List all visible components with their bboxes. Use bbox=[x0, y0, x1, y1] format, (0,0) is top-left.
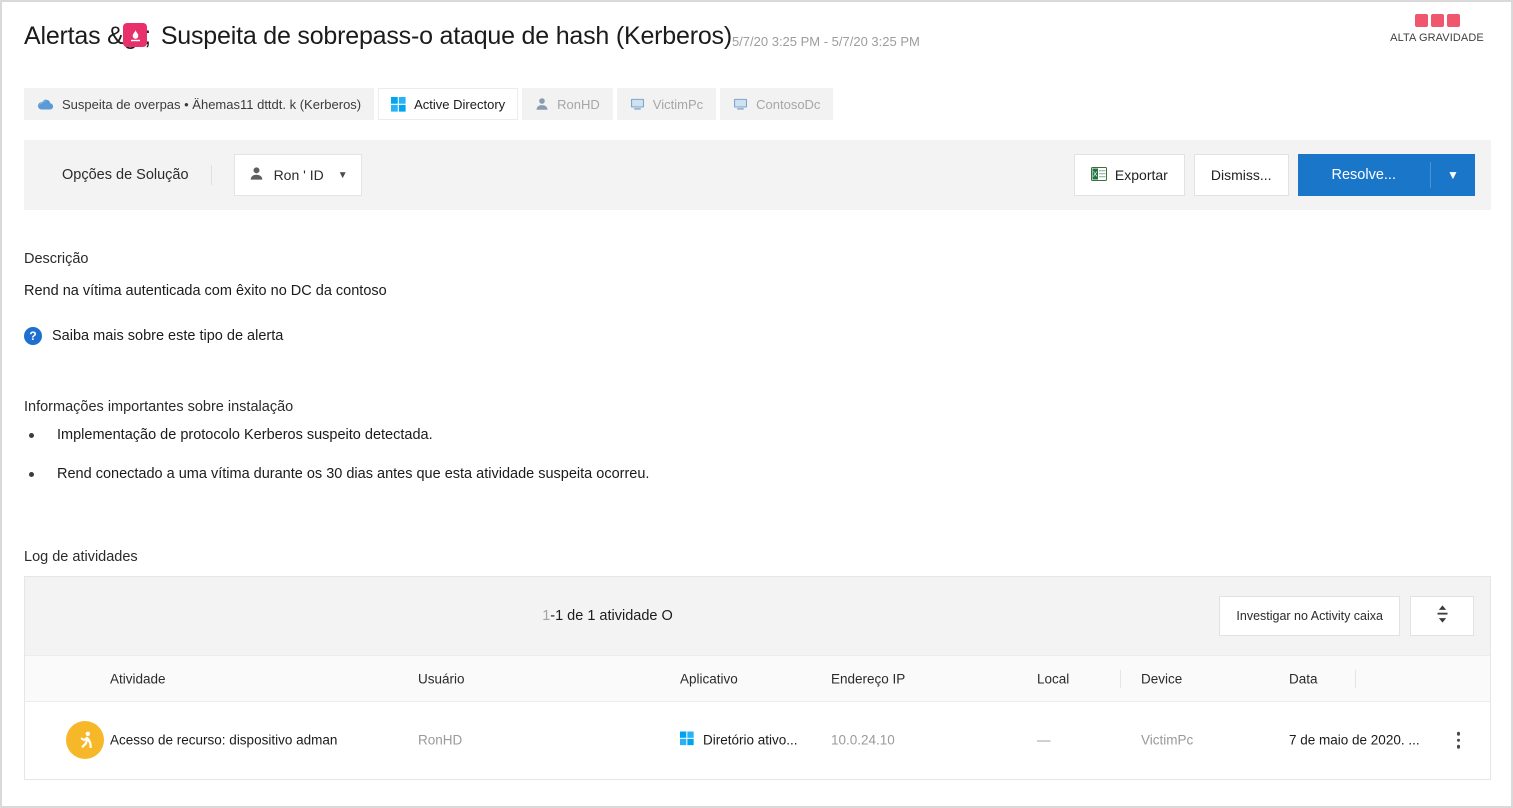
resolve-button-group: Resolve... ▼ bbox=[1297, 154, 1475, 196]
investigate-button[interactable]: Investigar no Activity caixa bbox=[1219, 596, 1400, 636]
column-header-data[interactable]: Data bbox=[1289, 671, 1318, 686]
list-item: Rend conectado a uma vítima durante os 3… bbox=[24, 465, 649, 483]
kebab-dot bbox=[1456, 738, 1460, 742]
tab-ronhd[interactable]: RonHD bbox=[522, 88, 613, 120]
column-divider bbox=[1120, 670, 1121, 688]
sort-updown-icon bbox=[1435, 604, 1450, 629]
page-title: Alertas &gt; Suspeita de sobrepass-o ata… bbox=[24, 22, 920, 51]
windows-icon bbox=[680, 731, 694, 749]
column-header-local[interactable]: Local bbox=[1037, 671, 1069, 686]
column-header-aplicativo[interactable]: Aplicativo bbox=[680, 671, 738, 686]
severity-indicator: ALTA GRAVIDADE bbox=[1377, 14, 1497, 44]
cell-atividade: Acesso de recurso: dispositivo adman bbox=[110, 732, 338, 748]
export-label: Exportar bbox=[1114, 167, 1168, 183]
dismiss-button[interactable]: Dismiss... bbox=[1193, 154, 1289, 196]
toolbar-divider bbox=[210, 165, 212, 185]
resolve-button[interactable]: Resolve... bbox=[1298, 154, 1430, 196]
resolve-label: Resolve... bbox=[1331, 167, 1396, 183]
activity-log-toolbar: 1-1 de 1 atividade O Investigar no Activ… bbox=[25, 577, 1490, 655]
column-header-usuario[interactable]: Usuário bbox=[418, 671, 465, 686]
activity-log-actions: Investigar no Activity caixa bbox=[1219, 596, 1474, 636]
tab-victimpc[interactable]: VictimPc bbox=[616, 88, 717, 120]
important-info-label: Informações importantes sobre instalação bbox=[24, 399, 294, 415]
cell-usuario: RonHD bbox=[418, 732, 463, 748]
resolution-options-label: Opções de Solução bbox=[62, 167, 189, 183]
investigate-label: Investigar no Activity caixa bbox=[1236, 609, 1383, 623]
learn-more-link[interactable]: ? Saiba mais sobre este tipo de alerta bbox=[24, 327, 283, 345]
list-item: Implementação de protocolo Kerberos susp… bbox=[24, 426, 649, 444]
cloud-icon bbox=[37, 98, 54, 111]
user-icon bbox=[249, 166, 264, 184]
kebab-dot bbox=[1456, 744, 1460, 749]
resolve-dropdown-toggle[interactable]: ▼ bbox=[1431, 154, 1475, 196]
page-header: Alertas &gt; Suspeita de sobrepass-o ata… bbox=[2, 2, 1511, 74]
column-header-device[interactable]: Device bbox=[1141, 671, 1182, 686]
severity-bar-2 bbox=[1430, 14, 1444, 27]
running-person-icon bbox=[66, 721, 104, 759]
severity-bar-1 bbox=[1414, 14, 1428, 27]
help-icon: ? bbox=[24, 327, 42, 345]
cell-aplicativo-label: Diretório ativo... bbox=[703, 732, 798, 748]
user-icon bbox=[535, 97, 549, 111]
severity-bar-3 bbox=[1446, 14, 1460, 27]
export-button[interactable]: X Exportar bbox=[1073, 154, 1185, 196]
activity-log-table: 1-1 de 1 atividade O Investigar no Activ… bbox=[24, 576, 1491, 780]
activity-count-text: -1 de 1 atividade O bbox=[550, 608, 673, 624]
cell-data: 7 de maio de 2020. ... bbox=[1289, 732, 1420, 748]
important-info-list: Implementação de protocolo Kerberos susp… bbox=[24, 426, 649, 504]
activity-log-label: Log de atividades bbox=[24, 549, 138, 565]
tab-contosodc[interactable]: ContosoDc bbox=[720, 88, 834, 120]
toolbar-actions: X Exportar Dismiss... Resolve... ▼ bbox=[1073, 154, 1475, 196]
cell-endereco-ip: 10.0.24.10 bbox=[831, 732, 895, 748]
description-label: Descrição bbox=[24, 251, 89, 267]
chevron-down-icon: ▼ bbox=[1447, 168, 1459, 182]
chevron-down-icon: ▼ bbox=[337, 169, 348, 181]
kebab-menu-icon[interactable] bbox=[1456, 731, 1460, 749]
monitor-icon bbox=[733, 97, 748, 111]
tab-active-directory[interactable]: Active Directory bbox=[378, 88, 519, 120]
dismiss-label: Dismiss... bbox=[1210, 167, 1272, 183]
user-select-dropdown[interactable]: Ron ' ID ▼ bbox=[233, 154, 362, 196]
alert-title: Suspeita de sobrepass-o ataque de hash (… bbox=[160, 22, 732, 50]
description-text: Rend na vítima autenticada com êxito no … bbox=[24, 283, 387, 299]
windows-icon bbox=[391, 96, 406, 112]
tab-label: RonHD bbox=[557, 96, 600, 112]
column-header-atividade[interactable]: Atividade bbox=[110, 671, 166, 686]
learn-more-label: Saiba mais sobre este tipo de alerta bbox=[52, 328, 284, 344]
resolution-toolbar: Opções de Solução Ron ' ID ▼ X Exportar … bbox=[24, 140, 1491, 210]
severity-bars bbox=[1377, 14, 1497, 27]
cell-device: VictimPc bbox=[1141, 732, 1194, 748]
svg-text:X: X bbox=[1093, 171, 1098, 178]
fire-alert-icon bbox=[123, 23, 147, 47]
tab-label: Suspeita de overpas • Ähemas11 dttdt. k … bbox=[62, 96, 362, 112]
severity-label: ALTA GRAVIDADE bbox=[1390, 32, 1484, 44]
alert-date-range: 5/7/20 3:25 PM - 5/7/20 3:25 PM bbox=[731, 34, 920, 49]
cell-local: — bbox=[1037, 732, 1051, 748]
table-header-row: Atividade Usuário Aplicativo Endereço IP… bbox=[25, 655, 1490, 702]
cell-aplicativo: Diretório ativo... bbox=[680, 731, 798, 749]
tab-label: ContosoDc bbox=[756, 96, 821, 112]
tab-alert-entity[interactable]: Suspeita de overpas • Ähemas11 dttdt. k … bbox=[24, 88, 375, 120]
sort-updown-icon-button[interactable] bbox=[1410, 596, 1474, 636]
tab-label: Active Directory bbox=[414, 96, 506, 112]
column-divider bbox=[1355, 670, 1356, 688]
tab-label: VictimPc bbox=[652, 96, 704, 112]
alert-detail-page: Alertas &gt; Suspeita de sobrepass-o ata… bbox=[0, 0, 1513, 808]
excel-icon: X bbox=[1090, 166, 1107, 185]
table-row[interactable]: Acesso de recurso: dispositivo adman Ron… bbox=[25, 702, 1490, 778]
kebab-dot bbox=[1456, 731, 1460, 736]
column-header-endereco-ip[interactable]: Endereço IP bbox=[831, 671, 905, 686]
entity-tabstrip: Suspeita de overpas • Ähemas11 dttdt. k … bbox=[24, 88, 834, 120]
user-select-value: Ron ' ID bbox=[273, 167, 324, 183]
monitor-icon bbox=[630, 97, 645, 111]
